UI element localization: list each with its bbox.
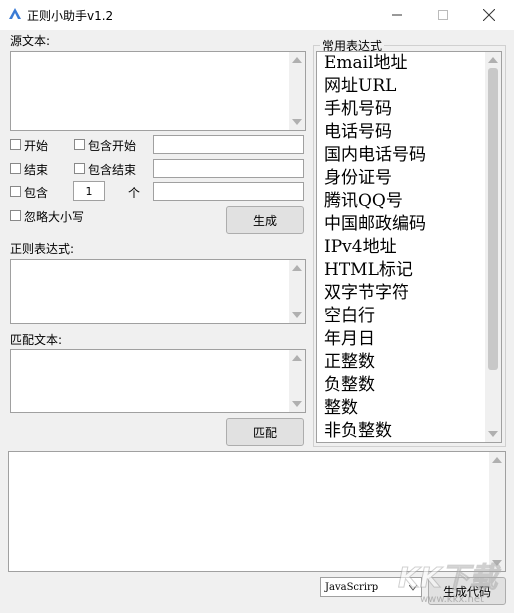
common-expression-item[interactable]: 空白行 — [317, 305, 487, 328]
start-label: 开始 — [24, 139, 49, 153]
maximize-icon — [438, 10, 448, 20]
list-scrollbar[interactable] — [485, 52, 501, 442]
contains-end-label: 包含结束 — [88, 163, 137, 177]
common-expression-item[interactable]: 腾讯QQ号 — [317, 190, 487, 213]
output-scrollbar[interactable] — [489, 452, 505, 571]
scroll-up-icon — [292, 57, 302, 63]
scroll-down-icon — [292, 312, 302, 318]
scroll-down-icon — [488, 431, 498, 437]
list-scroll-thumb[interactable] — [488, 68, 498, 370]
common-expression-item[interactable]: 身份证号 — [317, 167, 487, 190]
generate-button[interactable]: 生成 — [226, 206, 304, 234]
start-checkbox[interactable] — [10, 139, 21, 150]
close-button[interactable] — [466, 0, 512, 30]
scroll-up-icon — [492, 457, 502, 463]
contains-checkbox[interactable] — [10, 186, 21, 197]
scroll-up-icon — [292, 265, 302, 271]
common-expression-item[interactable]: 手机号码 — [317, 98, 487, 121]
contains-label: 包含 — [24, 186, 49, 200]
common-expression-item[interactable]: 国内电话号码 — [317, 144, 487, 167]
contains-input[interactable] — [153, 182, 304, 201]
language-value: JavaScrirp — [325, 581, 379, 593]
source-text-label: 源文本: — [10, 34, 51, 48]
count-unit-label: 个 — [128, 186, 141, 200]
common-expression-item[interactable]: 中国邮政编码 — [317, 213, 487, 236]
scroll-up-icon — [292, 355, 302, 361]
contains-start-checkbox[interactable] — [74, 139, 85, 150]
regex-scrollbar[interactable] — [289, 260, 305, 323]
match-textarea[interactable] — [10, 349, 306, 413]
match-button[interactable]: 匹配 — [226, 418, 304, 446]
common-expression-item[interactable]: 非负整数 — [317, 420, 487, 442]
common-expression-item[interactable]: 年月日 — [317, 328, 487, 351]
common-expression-item[interactable]: 双字节字符 — [317, 282, 487, 305]
common-expression-item[interactable]: 正整数 — [317, 351, 487, 374]
source-textarea[interactable] — [10, 51, 306, 131]
maximize-button[interactable] — [420, 0, 466, 30]
contains-end-checkbox[interactable] — [74, 163, 85, 174]
regex-label: 正则表达式: — [10, 242, 75, 256]
scroll-down-icon — [492, 560, 502, 566]
match-text-label: 匹配文本: — [10, 333, 63, 347]
window-title: 正则小助手v1.2 — [27, 9, 114, 23]
common-expression-item[interactable]: HTML标记 — [317, 259, 487, 282]
common-expression-item[interactable]: 整数 — [317, 397, 487, 420]
end-label: 结束 — [24, 163, 49, 177]
end-input[interactable] — [153, 159, 304, 178]
count-input[interactable]: 1 — [73, 181, 105, 201]
scroll-down-icon — [292, 119, 302, 125]
end-checkbox[interactable] — [10, 163, 21, 174]
output-textarea[interactable] — [8, 451, 506, 572]
minimize-icon — [392, 14, 402, 16]
common-expression-item[interactable]: 网址URL — [317, 75, 487, 98]
common-expression-item[interactable]: IPv4地址 — [317, 236, 487, 259]
title-bar: 正则小助手v1.2 — [0, 0, 514, 30]
regex-textarea[interactable] — [10, 259, 306, 324]
app-icon — [9, 8, 21, 19]
minimize-button[interactable] — [374, 0, 420, 30]
start-input[interactable] — [153, 135, 304, 154]
common-expression-item[interactable]: Email地址 — [317, 52, 487, 75]
match-scrollbar[interactable] — [289, 350, 305, 412]
generate-code-button[interactable]: 生成代码 — [428, 577, 506, 605]
common-expression-item[interactable]: 负整数 — [317, 374, 487, 397]
common-expressions-list[interactable]: Email地址 网址URL 手机号码 电话号码 国内电话号码 身份证号 腾讯QQ号 中国邮政编… — [316, 51, 502, 443]
chevron-down-icon — [409, 585, 417, 591]
common-expression-item[interactable]: 电话号码 — [317, 121, 487, 144]
scroll-down-icon — [292, 401, 302, 407]
language-select[interactable]: JavaScrirp — [320, 577, 422, 597]
source-scrollbar[interactable] — [289, 52, 305, 130]
ignore-case-checkbox[interactable] — [10, 210, 21, 221]
close-icon — [483, 9, 495, 21]
ignore-case-label: 忽略大小写 — [24, 210, 85, 224]
scroll-up-icon — [488, 57, 498, 63]
contains-start-label: 包含开始 — [88, 139, 137, 153]
